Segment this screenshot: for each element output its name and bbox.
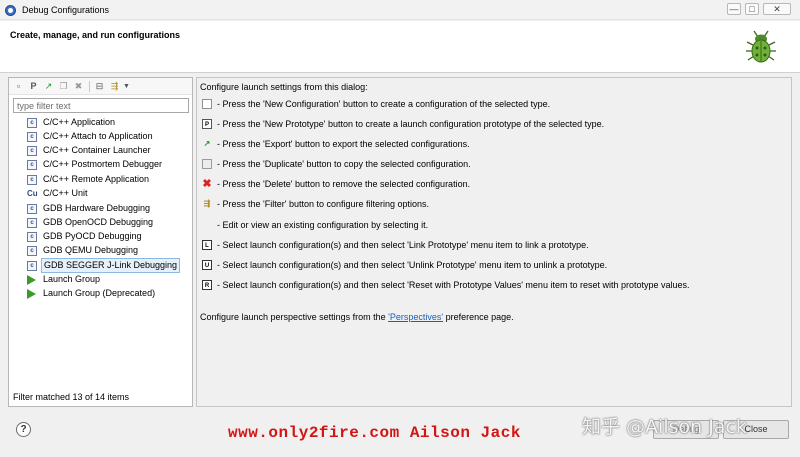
tree-item-label: GDB OpenOCD Debugging (43, 217, 154, 227)
tree-item-label: GDB SEGGER J-Link Debugging (41, 258, 181, 273)
perspectives-link[interactable]: 'Perspectives' (388, 312, 443, 322)
c-config-icon: c (27, 175, 37, 185)
tree-item-label: C/C++ Postmortem Debugger (43, 159, 163, 169)
launch-group-icon (27, 289, 36, 299)
window-title: Debug Configurations (22, 5, 110, 15)
close-window-button[interactable]: ✕ (763, 3, 791, 15)
unlink-prototype-icon: U (202, 260, 212, 270)
zhihu-watermark: 知乎 @Ailson Jack (582, 416, 747, 438)
tree-item-label: C/C++ Remote Application (43, 174, 150, 184)
tree-item-label: C/C++ Unit (43, 188, 88, 198)
filter-icon[interactable]: ⇶ (109, 81, 120, 92)
instructions-intro: Configure launch settings from this dial… (200, 82, 368, 92)
c-config-icon: c (27, 132, 37, 142)
new-configuration-icon[interactable]: ▫ (13, 81, 24, 92)
help-icon[interactable]: ? (16, 422, 31, 437)
duplicate-icon[interactable]: ❐ (58, 81, 69, 92)
filter-status: Filter matched 13 of 14 items (13, 392, 130, 402)
tree-item-label: GDB Hardware Debugging (43, 203, 151, 213)
tree-item-label: Launch Group (Deprecated) (43, 288, 156, 298)
delete-icon[interactable]: ✖ (73, 81, 84, 92)
tree-item-label: C/C++ Application (43, 117, 116, 127)
filter-input[interactable] (13, 98, 189, 113)
c-config-icon: c (27, 204, 37, 214)
delete-icon: ✖ (202, 178, 212, 190)
dialog-header: Create, manage, and run configurations (0, 21, 800, 73)
tree-item-label: GDB QEMU Debugging (43, 245, 139, 255)
cu-config-icon: Cu (27, 189, 38, 198)
tree-item-label: GDB PyOCD Debugging (43, 231, 142, 241)
minimize-button[interactable]: — (727, 3, 741, 15)
maximize-button[interactable]: □ (745, 3, 759, 15)
c-config-icon: c (27, 218, 37, 228)
reset-prototype-icon: R (202, 280, 212, 290)
new-configuration-icon (202, 99, 212, 109)
filter-menu-chevron-down-icon[interactable]: ▼ (121, 81, 132, 92)
toolbar-separator (89, 81, 90, 92)
instructions-panel: Configure launch settings from this dial… (196, 77, 792, 407)
c-config-icon: c (27, 246, 37, 256)
perspectives-instruction: Configure launch perspective settings fr… (200, 312, 514, 322)
launch-group-icon (27, 275, 36, 285)
export-icon[interactable]: ↗ (43, 81, 54, 92)
configuration-tree-panel: ▫ P ↗ ❐ ✖ ⊟ ⇶ ▼ c C/C++ Application c C/… (8, 77, 193, 407)
tree-item-label: Launch Group (43, 274, 101, 284)
debug-bug-icon (746, 30, 776, 63)
c-config-icon: c (27, 160, 37, 170)
new-prototype-icon[interactable]: P (28, 81, 39, 92)
title-bar: Debug Configurations — □ ✕ (0, 0, 800, 20)
tree-item-label: C/C++ Container Launcher (43, 145, 151, 155)
duplicate-icon (202, 159, 212, 169)
collapse-all-icon[interactable]: ⊟ (94, 81, 105, 92)
new-prototype-icon: P (202, 119, 212, 129)
link-prototype-icon: L (202, 240, 212, 250)
eclipse-app-icon (5, 5, 16, 16)
c-config-icon: c (27, 261, 37, 271)
export-icon: ↗ (203, 139, 211, 148)
filter-icon: ⇶ (203, 199, 211, 208)
config-toolbar: ▫ P ↗ ❐ ✖ ⊟ ⇶ ▼ (9, 78, 192, 95)
c-config-icon: c (27, 146, 37, 156)
dialog-subtitle: Create, manage, and run configurations (10, 30, 181, 40)
site-watermark: www.only2fire.com Ailson Jack (228, 424, 521, 442)
c-config-icon: c (27, 118, 37, 128)
c-config-icon: c (27, 232, 37, 242)
tree-item-label: C/C++ Attach to Application (43, 131, 153, 141)
